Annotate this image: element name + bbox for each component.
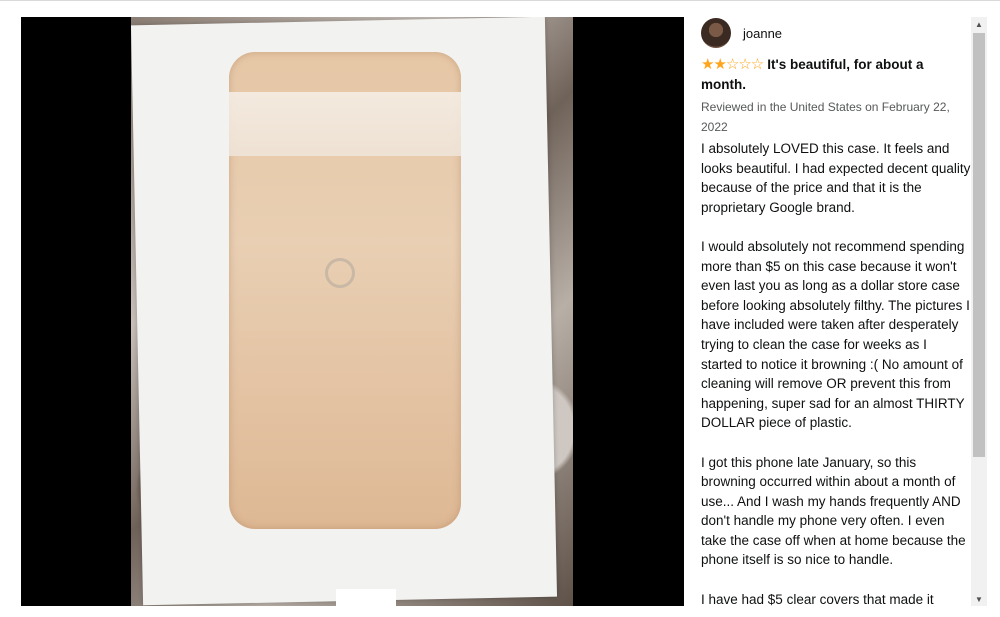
review-panel: joanne ★★☆☆☆ It's beautiful, for about a … — [701, 17, 971, 606]
phone-case-image — [229, 52, 461, 529]
paper-label — [336, 589, 396, 606]
review-photo[interactable] — [131, 17, 573, 606]
user-avatar-icon[interactable] — [701, 18, 731, 48]
review-body: I absolutely LOVED this case. It feels a… — [701, 139, 971, 606]
review-heading: ★★☆☆☆ It's beautiful, for about a month. — [701, 55, 971, 95]
google-logo-icon — [325, 258, 355, 288]
review-paragraph: I got this phone late January, so this b… — [701, 454, 966, 568]
scrollbar-thumb[interactable] — [973, 33, 985, 457]
camera-bar — [229, 92, 461, 156]
scroll-up-icon[interactable]: ▲ — [971, 17, 987, 31]
reviewer-profile[interactable]: joanne — [701, 17, 971, 49]
review-paragraph: I have had $5 clear covers that made it — [701, 591, 934, 606]
top-divider — [0, 0, 1000, 1]
review-paragraph: I would absolutely not recommend spendin… — [701, 238, 970, 431]
star-rating-icon: ★★☆☆☆ — [701, 56, 764, 73]
review-scrollbar[interactable]: ▲ ▼ — [971, 17, 987, 606]
scroll-down-icon[interactable]: ▼ — [971, 592, 987, 606]
review-paragraph: I absolutely LOVED this case. It feels a… — [701, 141, 971, 215]
reviewer-name[interactable]: joanne — [743, 26, 782, 41]
review-meta: Reviewed in the United States on Februar… — [701, 100, 950, 134]
review-image-viewer[interactable] — [21, 17, 684, 606]
